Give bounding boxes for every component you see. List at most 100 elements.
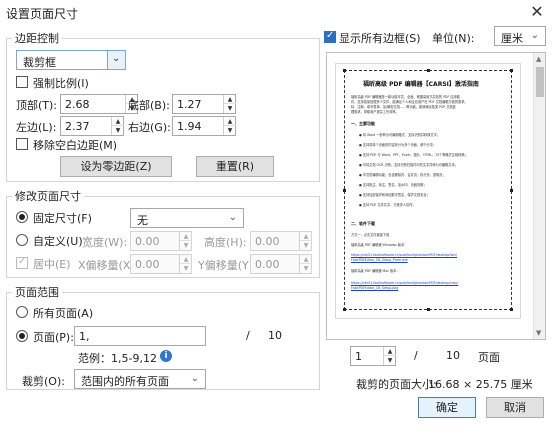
right-margin-value[interactable]: 1.94	[177, 120, 202, 133]
y-offset-spinner[interactable]: 0.00 ▲ ▼	[250, 254, 312, 274]
cancel-button[interactable]: 取消	[486, 397, 544, 418]
spin-up-icon[interactable]: ▲	[112, 117, 124, 126]
remove-white-margin-label[interactable]: 移除空白边距(M)	[33, 137, 117, 153]
scroll-down-icon[interactable]: ▼	[536, 329, 541, 337]
all-pages-radio[interactable]	[16, 306, 28, 318]
spin-down-icon[interactable]: ▼	[300, 241, 312, 250]
total-pages: 10	[268, 329, 282, 342]
set-zero-margin-button[interactable]: 设为零边距(Z)	[60, 156, 172, 177]
dialog-title: 设置页面尺寸	[6, 7, 79, 21]
ok-button[interactable]: 确定	[418, 397, 476, 418]
keep-ratio-label[interactable]: 强制比例(I)	[33, 75, 89, 91]
doc-link: https://cdn01.foxitsoftware.cn/pub/foxit…	[351, 281, 459, 285]
unit-label: 单位(N):	[432, 32, 475, 45]
info-icon[interactable]: i	[160, 350, 172, 362]
show-all-boxes-checkbox[interactable]	[324, 30, 336, 43]
close-icon[interactable]: ✕	[528, 2, 546, 21]
left-margin-spinner[interactable]: 2.37 ▲ ▼	[60, 116, 124, 136]
spin-down-icon[interactable]: ▼	[384, 356, 396, 365]
reset-button[interactable]: 重置(R)	[196, 156, 274, 177]
y-offset-label: Y偏移量(Y):	[198, 259, 257, 272]
page-number-spinner[interactable]: 1 ▲ ▼	[350, 346, 396, 366]
width-spinner[interactable]: 0.00 ▲ ▼	[130, 231, 192, 251]
page-size-group-label: 修改页面尺寸	[12, 188, 84, 204]
scroll-up-icon[interactable]: ▲	[536, 55, 541, 63]
doc-bullet: ● 支持加密保护和添加数字签名，保护文档安全；	[359, 193, 430, 197]
doc-link: FoxitPDFEditor_CN_Setup_Prom.exe	[351, 258, 408, 262]
fixed-size-radio[interactable]	[16, 211, 28, 223]
spin-down-icon[interactable]: ▼	[180, 241, 192, 250]
width-label: 宽度(W):	[82, 236, 128, 249]
crop-handle-tm[interactable]	[427, 69, 430, 72]
spin-down-icon[interactable]: ▼	[224, 104, 236, 113]
pages-value[interactable]: 1,	[79, 330, 90, 343]
center-checkbox[interactable]	[16, 256, 28, 269]
box-type-dropdown[interactable]: ⌄	[107, 51, 125, 69]
spin-up-icon[interactable]: ▲	[224, 117, 236, 126]
bottom-margin-value[interactable]: 1.27	[177, 98, 202, 111]
doc-download-line: 福昕高级 PDF 编辑器 Mac 版本：	[351, 269, 400, 273]
pages-slash: /	[246, 329, 250, 342]
preview-total: 10	[446, 349, 460, 362]
doc-intro-line: 件，支持批量处理多个文件，能满足个人和企业用户在 PDF 文档编辑方面的需求。	[351, 100, 468, 104]
pages-radio[interactable]	[16, 330, 28, 342]
doc-download-line: 方式一：点击文件链接下载	[351, 233, 390, 237]
bottom-margin-spinner[interactable]: 1.27 ▲ ▼	[172, 94, 236, 114]
crop-handle-tr[interactable]	[510, 69, 513, 72]
fixed-size-label[interactable]: 固定尺寸(F)	[33, 210, 92, 226]
spin-up-icon[interactable]: ▲	[384, 347, 396, 356]
scroll-thumb[interactable]	[536, 67, 544, 97]
custom-size-label[interactable]: 自定义(U)	[33, 233, 83, 249]
spin-up-icon[interactable]: ▲	[180, 255, 192, 264]
right-margin-spinner[interactable]: 1.94 ▲ ▼	[172, 116, 236, 136]
crop-select[interactable]: 范围内的所有页面 ⌄	[74, 369, 206, 389]
height-value[interactable]: 0.00	[255, 235, 280, 248]
pages-label[interactable]: 页面(P):	[33, 329, 74, 345]
crop-handle-bm[interactable]	[427, 308, 430, 311]
chevron-down-icon: ⌄	[190, 373, 199, 384]
show-all-boxes-label[interactable]: 显示所有边框(S)	[339, 30, 421, 46]
doc-bullet: ● 支持将单个页面的内容拆分为多个页面，便于分享；	[359, 143, 437, 147]
chevron-down-icon: ⌄	[530, 30, 539, 41]
all-pages-label[interactable]: 所有页面(A)	[33, 305, 93, 321]
crop-handle-ml[interactable]	[343, 189, 346, 192]
preview-vertical-scrollbar[interactable]: ▲ ▼	[533, 53, 545, 339]
spin-up-icon[interactable]: ▲	[300, 255, 312, 264]
doc-section-heading: 二、软件下载	[351, 221, 375, 226]
crop-box[interactable]: 福昕高级 PDF 编辑器【CARSI】激活指南 福昕高级 PDF 编辑器是一款功…	[343, 69, 513, 311]
spin-up-icon[interactable]: ▲	[180, 232, 192, 241]
x-offset-value[interactable]: 0.00	[135, 258, 160, 271]
pages-input[interactable]: 1,	[74, 326, 206, 346]
spin-up-icon[interactable]: ▲	[224, 95, 236, 104]
center-label[interactable]: 居中(E)	[33, 256, 71, 272]
doc-bullet: ● 可将文档 OCR 识别，支持识别扫描件中的文字并转为可编辑文本；	[359, 163, 458, 167]
crop-label: 裁剪(O):	[22, 375, 65, 388]
spin-up-icon[interactable]: ▲	[300, 232, 312, 241]
unit-select[interactable]: 厘米 ⌄	[494, 26, 546, 46]
crop-handle-tl[interactable]	[343, 69, 346, 72]
spin-down-icon[interactable]: ▼	[112, 126, 124, 135]
left-margin-value[interactable]: 2.37	[65, 120, 90, 133]
doc-intro-line: 标、注释、填写表单、加/解密文档……等功能，能够满足各类 PDF 文档处	[351, 105, 456, 109]
top-margin-spinner[interactable]: 2.68 ▲ ▼	[60, 94, 138, 114]
fixed-size-select[interactable]: 无 ⌄	[130, 208, 244, 228]
height-spinner[interactable]: 0.00 ▲ ▼	[250, 231, 312, 251]
keep-ratio-checkbox[interactable]	[16, 76, 28, 88]
spin-down-icon[interactable]: ▼	[180, 264, 192, 273]
crop-handle-bl[interactable]	[343, 308, 346, 311]
crop-value: 范围内的所有页面	[81, 375, 169, 388]
x-offset-spinner[interactable]: 0.00 ▲ ▼	[130, 254, 192, 274]
spin-down-icon[interactable]: ▼	[224, 126, 236, 135]
remove-white-margin-checkbox[interactable]	[16, 138, 28, 150]
doc-link: https://cdn01.foxitsoftware.cn/pub/foxit…	[351, 253, 458, 257]
crop-handle-br[interactable]	[510, 308, 513, 311]
doc-bullet: ● 丰富的编辑功能，包含删除页、合并页、拆分页、提取页；	[359, 173, 446, 177]
box-type-select[interactable]: 裁剪框 ⌄	[16, 50, 126, 70]
custom-size-radio[interactable]	[16, 234, 28, 246]
width-value[interactable]: 0.00	[135, 235, 160, 248]
y-offset-value[interactable]: 0.00	[255, 258, 280, 271]
page-number-value[interactable]: 1	[355, 350, 362, 363]
spin-down-icon[interactable]: ▼	[300, 264, 312, 273]
crop-handle-mr[interactable]	[510, 189, 513, 192]
top-margin-value[interactable]: 2.68	[65, 98, 90, 111]
